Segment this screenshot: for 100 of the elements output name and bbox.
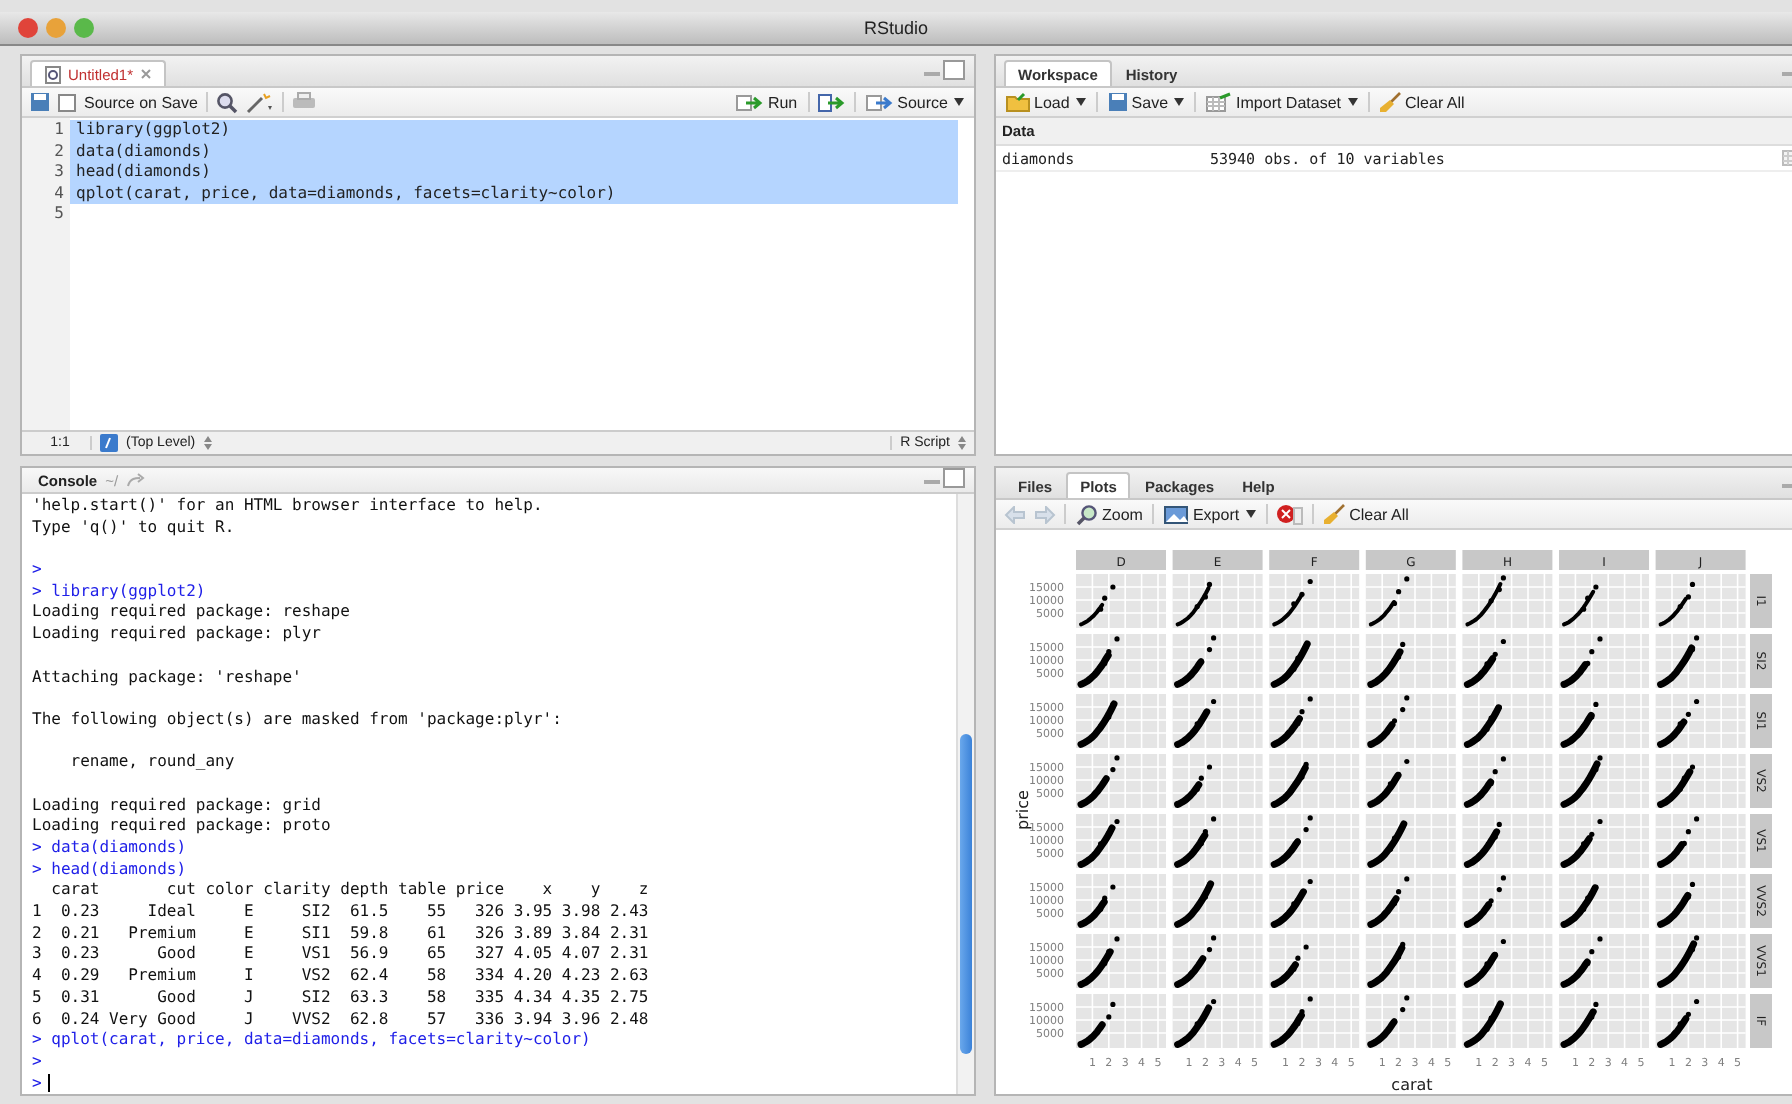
document-icon xyxy=(44,65,62,83)
text-cursor xyxy=(47,1074,50,1093)
console-output: Loading required package: reshape xyxy=(32,602,350,625)
window-title: RStudio xyxy=(861,18,931,38)
console-output: Type 'q()' to quit R. xyxy=(32,517,235,539)
console-output: The following object(s) are masked from 'package:plyr': xyxy=(32,709,562,732)
console-command: > head(diamonds) xyxy=(32,859,187,881)
scatter-panel xyxy=(1365,813,1457,869)
scatter-panel xyxy=(1171,993,1264,1049)
rerun-icon[interactable] xyxy=(817,93,846,111)
scatter-panel xyxy=(1171,933,1264,989)
line-number: 4 xyxy=(52,183,66,205)
scatter-panel xyxy=(1654,753,1747,809)
console-command: > xyxy=(32,1051,42,1074)
checkbox-label: Source on Save xyxy=(84,93,198,111)
scatter-panel xyxy=(1268,873,1360,929)
scatter-panel xyxy=(1461,573,1554,629)
source-button[interactable]: Source xyxy=(863,90,966,114)
scatter-panel xyxy=(1654,933,1747,989)
console-command: > xyxy=(32,560,42,582)
forward-arrow-icon[interactable] xyxy=(1034,505,1056,523)
scatter-panel xyxy=(1558,933,1650,989)
console-output: 5 0.31 Good J SI2 63.3 58 335 4.34 4.35 2.75 xyxy=(32,987,649,1010)
scatter-panel xyxy=(1365,693,1457,749)
scatter-panel xyxy=(1654,813,1747,869)
line-number: 2 xyxy=(52,141,66,163)
arrow-icon xyxy=(865,93,894,111)
console-prompt: > xyxy=(32,1073,42,1094)
run-button[interactable]: Run xyxy=(733,90,800,114)
scatter-panel xyxy=(1171,873,1264,929)
scatter-panel xyxy=(1075,813,1167,869)
broom-icon xyxy=(1323,503,1346,525)
toolbar-button[interactable]: Import Dataset xyxy=(1204,90,1359,114)
scatter-panel xyxy=(1171,753,1264,809)
toolbar-button[interactable]: Zoom xyxy=(1074,502,1145,526)
dropdown-caret-icon xyxy=(1347,98,1357,106)
scatter-panel xyxy=(1268,813,1360,869)
scatter-panel xyxy=(1171,813,1264,869)
scatter-panel xyxy=(1654,693,1747,749)
console-output: carat cut color clarity depth table price x y z xyxy=(49,880,649,903)
dropdown-caret-icon xyxy=(954,98,964,106)
scatter-panel xyxy=(1558,573,1650,629)
toolbar-button[interactable]: Save xyxy=(1105,90,1187,114)
up-down-caret-icon[interactable] xyxy=(203,436,212,450)
toolbar-button[interactable]: Export xyxy=(1162,502,1258,526)
search-icon[interactable] xyxy=(215,91,238,113)
scatter-panel xyxy=(1075,633,1167,689)
magic-wand-icon[interactable] xyxy=(245,91,274,113)
broom-icon xyxy=(1379,91,1401,113)
scatter-panel xyxy=(1654,993,1747,1049)
minimize-maximize-icon[interactable] xyxy=(922,59,966,79)
arrow-icon xyxy=(735,93,764,111)
close-icon[interactable] xyxy=(139,68,152,80)
table-icon xyxy=(1206,92,1233,112)
scatter-panel xyxy=(1558,753,1650,809)
magnifier-icon xyxy=(1076,503,1098,525)
toolbar-button[interactable]: Load xyxy=(1004,90,1088,114)
scatter-panel xyxy=(1268,933,1360,989)
line-number: 5 xyxy=(52,204,66,226)
scatter-panel xyxy=(1365,753,1457,809)
scatter-panel xyxy=(1558,873,1650,929)
toolbar-button[interactable]: Clear All xyxy=(1377,90,1467,114)
scatter-panel xyxy=(1558,633,1650,689)
scatter-panel xyxy=(1558,993,1650,1049)
up-down-caret-icon[interactable] xyxy=(958,436,966,450)
scatter-panel xyxy=(1268,573,1360,629)
minimize-maximize-icon[interactable] xyxy=(922,468,966,488)
scatter-panel xyxy=(1171,633,1264,689)
scatter-panel xyxy=(1461,753,1554,809)
save-icon[interactable] xyxy=(30,92,50,112)
console-output: 2 0.21 Premium E SI1 59.8 61 326 3.89 3.84 2.31 xyxy=(32,923,649,945)
console-output: Loading required package: grid xyxy=(32,795,321,817)
arrow-icon[interactable] xyxy=(126,472,147,488)
scrollbar-thumb[interactable] xyxy=(960,734,972,1054)
printer-icon[interactable] xyxy=(291,92,316,112)
console-output: 1 0.23 Ideal E SI2 61.5 55 326 3.95 3.98 2.43 xyxy=(32,902,649,924)
console-command: > library(ggplot2) xyxy=(32,581,206,603)
dropdown-caret-icon xyxy=(1245,510,1256,518)
scatter-panel xyxy=(1075,933,1167,989)
scatter-panel xyxy=(1268,993,1360,1049)
scatter-panel xyxy=(1171,693,1264,749)
console-output: Attaching package: 'reshape' xyxy=(32,667,302,689)
toolbar-button[interactable]: Clear All xyxy=(1321,502,1411,526)
scatter-panel xyxy=(1558,813,1650,869)
scatter-panel xyxy=(1075,693,1167,749)
remove-plot-icon[interactable] xyxy=(1275,503,1304,525)
back-arrow-icon[interactable] xyxy=(1004,505,1026,523)
scatter-panel xyxy=(1558,693,1650,749)
scatter-panel xyxy=(1075,753,1167,809)
checkbox[interactable] xyxy=(58,93,76,111)
console-command: > qplot(carat, price, data=diamonds, facets=clarity~color) xyxy=(32,1030,591,1052)
console-output: 3 0.23 Good E VS1 56.9 65 327 4.05 4.07 2.31 xyxy=(32,944,649,967)
code-line: qplot(carat, price, data=diamonds, facets=clarity~color) xyxy=(76,183,616,202)
scatter-panel xyxy=(1365,933,1457,989)
scatter-panel xyxy=(1365,573,1457,629)
dropdown-caret-icon xyxy=(1174,98,1185,106)
line-number: 3 xyxy=(52,162,66,184)
scatter-panel xyxy=(1654,873,1747,929)
scatter-panel xyxy=(1461,993,1554,1049)
scatter-panel xyxy=(1654,573,1747,629)
